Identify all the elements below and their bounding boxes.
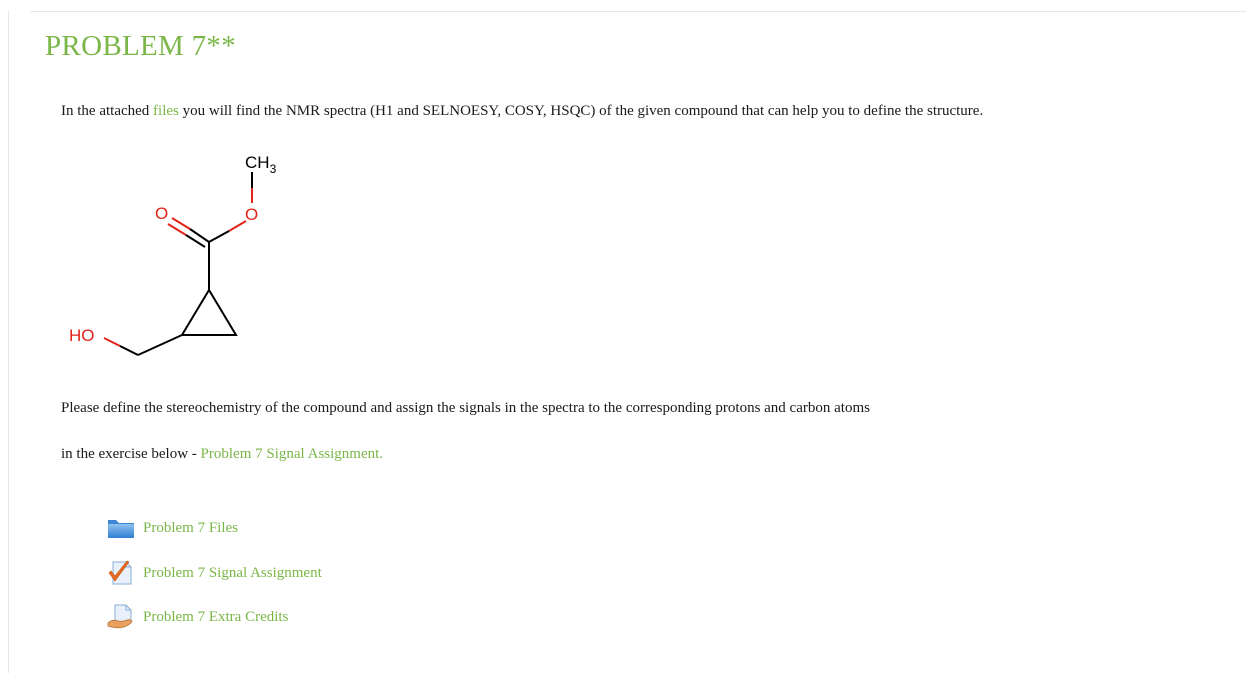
folder-icon bbox=[106, 515, 136, 541]
cyclopropane-ring bbox=[180, 288, 238, 336]
instruction-text-before: in the exercise below - bbox=[61, 446, 201, 462]
instruction-line-1: Please define the stereochemistry of the… bbox=[61, 400, 870, 416]
ch3-label: CH3 bbox=[245, 153, 277, 176]
left-divider bbox=[8, 11, 9, 673]
activity-files-link[interactable]: Problem 7 Files bbox=[143, 520, 238, 537]
assignment-check-icon bbox=[106, 560, 136, 586]
activity-extra-credits-link[interactable]: Problem 7 Extra Credits bbox=[143, 609, 288, 626]
intro-paragraph: In the attached files you will find the … bbox=[61, 103, 983, 120]
activity-files[interactable]: Problem 7 Files bbox=[106, 515, 238, 541]
intro-text-before: In the attached bbox=[61, 103, 154, 119]
signal-assignment-inline-link[interactable]: Problem 7 Signal Assignment. bbox=[201, 446, 384, 462]
hand-document-icon bbox=[106, 604, 136, 630]
molecule-structure: CH3 O O HO bbox=[69, 153, 277, 356]
ester-bond bbox=[208, 230, 230, 243]
ester-oxygen-label: O bbox=[245, 205, 258, 224]
ch2-oh-bond bbox=[119, 345, 139, 356]
instruction-line-2: in the exercise below - Problem 7 Signal… bbox=[61, 446, 383, 463]
ring-ch2-bond bbox=[137, 334, 183, 356]
top-divider bbox=[30, 11, 1246, 12]
activity-signal-assignment[interactable]: Problem 7 Signal Assignment bbox=[106, 560, 322, 586]
intro-text-after: you will find the NMR spectra (H1 and SE… bbox=[178, 103, 984, 119]
hydroxyl-label: HO bbox=[69, 326, 95, 345]
files-link[interactable]: files bbox=[153, 103, 179, 119]
activity-extra-credits[interactable]: Problem 7 Extra Credits bbox=[106, 604, 288, 630]
page-title: PROBLEM 7** bbox=[45, 30, 237, 62]
carbonyl-oxygen-label: O bbox=[155, 204, 168, 223]
activity-signal-assignment-link[interactable]: Problem 7 Signal Assignment bbox=[143, 565, 322, 582]
